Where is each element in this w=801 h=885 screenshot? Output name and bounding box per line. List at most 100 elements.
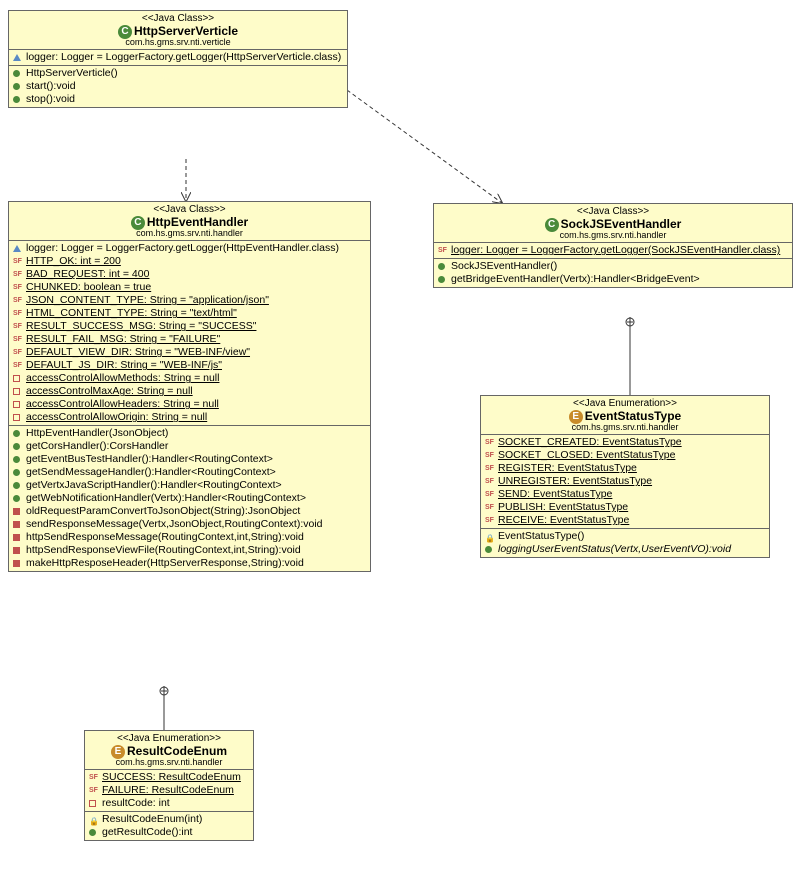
class-header: <<Java Enumeration>> EResultCodeEnum com… — [85, 731, 253, 770]
visibility-icon — [13, 322, 23, 332]
attributes-section: SOCKET_CREATED: EventStatusTypeSOCKET_CL… — [481, 435, 769, 529]
visibility-icon — [13, 283, 23, 293]
visibility-icon — [13, 387, 23, 397]
class-header: <<Java Class>> CSockJSEventHandler com.h… — [434, 204, 792, 243]
member-row: accessControlAllowHeaders: String = null — [13, 398, 366, 411]
member-row: loggingUserEventStatus(Vertx,UserEventVO… — [485, 543, 765, 556]
member-text: accessControlMaxAge: String = null — [26, 385, 193, 397]
member-row: getCorsHandler():CorsHandler — [13, 440, 366, 453]
member-row: getVertxJavaScriptHandler():Handler<Rout… — [13, 479, 366, 492]
member-row: getWebNotificationHandler(Vertx):Handler… — [13, 492, 366, 505]
member-text: logger: Logger = LoggerFactory.getLogger… — [26, 51, 341, 63]
member-text: SUCCESS: ResultCodeEnum — [102, 771, 241, 783]
member-text: logger: Logger = LoggerFactory.getLogger… — [26, 242, 339, 254]
enum-result-code-enum: <<Java Enumeration>> EResultCodeEnum com… — [84, 730, 254, 841]
visibility-icon — [438, 246, 448, 256]
member-row: JSON_CONTENT_TYPE: String = "application… — [13, 294, 366, 307]
member-text: ResultCodeEnum(int) — [102, 813, 202, 825]
member-text: HttpServerVerticle() — [26, 67, 118, 79]
member-row: RESULT_SUCCESS_MSG: String = "SUCCESS" — [13, 320, 366, 333]
member-text: getEventBusTestHandler():Handler<Routing… — [26, 453, 273, 465]
visibility-icon — [13, 520, 23, 530]
member-row: logger: Logger = LoggerFactory.getLogger… — [13, 242, 366, 255]
member-text: loggingUserEventStatus(Vertx,UserEventVO… — [498, 543, 731, 555]
member-text: accessControlAllowMethods: String = null — [26, 372, 219, 384]
visibility-icon — [13, 481, 23, 491]
visibility-icon — [13, 559, 23, 569]
visibility-icon — [13, 53, 23, 63]
member-text: SockJSEventHandler() — [451, 260, 557, 272]
member-row: CHUNKED: boolean = true — [13, 281, 366, 294]
member-text: RECEIVE: EventStatusType — [498, 514, 629, 526]
visibility-icon — [13, 413, 23, 423]
member-row: httpSendResponseViewFile(RoutingContext,… — [13, 544, 366, 557]
member-row: makeHttpResposeHeader(HttpServerResponse… — [13, 557, 366, 570]
member-text: JSON_CONTENT_TYPE: String = "application… — [26, 294, 269, 306]
member-row: PUBLISH: EventStatusType — [485, 501, 765, 514]
member-row: DEFAULT_JS_DIR: String = "WEB-INF/js" — [13, 359, 366, 372]
visibility-icon — [485, 516, 495, 526]
visibility-icon — [13, 82, 23, 92]
operations-section: HttpServerVerticle()start():voidstop():v… — [9, 66, 347, 107]
member-row: getEventBusTestHandler():Handler<Routing… — [13, 453, 366, 466]
member-text: RESULT_FAIL_MSG: String = "FAILURE" — [26, 333, 220, 345]
member-text: SEND: EventStatusType — [498, 488, 612, 500]
member-text: getSendMessageHandler():Handler<RoutingC… — [26, 466, 276, 478]
member-text: httpSendResponseMessage(RoutingContext,i… — [26, 531, 304, 543]
visibility-icon — [13, 429, 23, 439]
visibility-icon — [13, 400, 23, 410]
stereotype: <<Java Enumeration>> — [85, 733, 253, 744]
member-text: getResultCode():int — [102, 826, 192, 838]
member-row: BAD_REQUEST: int = 400 — [13, 268, 366, 281]
attributes-section: logger: Logger = LoggerFactory.getLogger… — [9, 241, 370, 426]
operations-section: ResultCodeEnum(int)getResultCode():int — [85, 812, 253, 840]
stereotype: <<Java Class>> — [9, 204, 370, 215]
visibility-icon — [13, 533, 23, 543]
member-text: BAD_REQUEST: int = 400 — [26, 268, 149, 280]
member-row: accessControlMaxAge: String = null — [13, 385, 366, 398]
member-row: REGISTER: EventStatusType — [485, 462, 765, 475]
member-row: FAILURE: ResultCodeEnum — [89, 784, 249, 797]
visibility-icon — [89, 773, 99, 783]
class-icon: C — [545, 218, 559, 232]
member-text: SOCKET_CREATED: EventStatusType — [498, 436, 682, 448]
member-row: accessControlAllowOrigin: String = null — [13, 411, 366, 424]
member-text: makeHttpResposeHeader(HttpServerResponse… — [26, 557, 304, 569]
member-text: DEFAULT_JS_DIR: String = "WEB-INF/js" — [26, 359, 222, 371]
member-text: PUBLISH: EventStatusType — [498, 501, 628, 513]
operations-section: SockJSEventHandler()getBridgeEventHandle… — [434, 259, 792, 287]
visibility-icon — [13, 335, 23, 345]
stereotype: <<Java Class>> — [9, 13, 347, 24]
visibility-icon — [89, 815, 99, 825]
member-text: getBridgeEventHandler(Vertx):Handler<Bri… — [451, 273, 700, 285]
visibility-icon — [438, 275, 448, 285]
member-text: getVertxJavaScriptHandler():Handler<Rout… — [26, 479, 282, 491]
member-text: DEFAULT_VIEW_DIR: String = "WEB-INF/view… — [26, 346, 250, 358]
member-row: sendResponseMessage(Vertx,JsonObject,Rou… — [13, 518, 366, 531]
member-text: RESULT_SUCCESS_MSG: String = "SUCCESS" — [26, 320, 256, 332]
visibility-icon — [13, 455, 23, 465]
member-row: HTML_CONTENT_TYPE: String = "text/html" — [13, 307, 366, 320]
member-text: HttpEventHandler(JsonObject) — [26, 427, 168, 439]
class-http-server-verticle: <<Java Class>> CHttpServerVerticle com.h… — [8, 10, 348, 108]
member-row: getResultCode():int — [89, 826, 249, 839]
member-text: accessControlAllowHeaders: String = null — [26, 398, 219, 410]
member-text: sendResponseMessage(Vertx,JsonObject,Rou… — [26, 518, 323, 530]
member-row: UNREGISTER: EventStatusType — [485, 475, 765, 488]
member-text: REGISTER: EventStatusType — [498, 462, 637, 474]
visibility-icon — [13, 257, 23, 267]
visibility-icon — [13, 442, 23, 452]
visibility-icon — [485, 464, 495, 474]
member-row: EventStatusType() — [485, 530, 765, 543]
package-name: com.hs.gms.srv.nti.handler — [434, 230, 792, 240]
member-row: ResultCodeEnum(int) — [89, 813, 249, 826]
member-text: UNREGISTER: EventStatusType — [498, 475, 652, 487]
member-text: getWebNotificationHandler(Vertx):Handler… — [26, 492, 306, 504]
class-http-event-handler: <<Java Class>> CHttpEventHandler com.hs.… — [8, 201, 371, 572]
member-row: start():void — [13, 80, 343, 93]
class-header: <<Java Class>> CHttpServerVerticle com.h… — [9, 11, 347, 50]
visibility-icon — [485, 438, 495, 448]
visibility-icon — [89, 799, 99, 809]
member-text: getCorsHandler():CorsHandler — [26, 440, 168, 452]
member-row: HTTP_OK: int = 200 — [13, 255, 366, 268]
